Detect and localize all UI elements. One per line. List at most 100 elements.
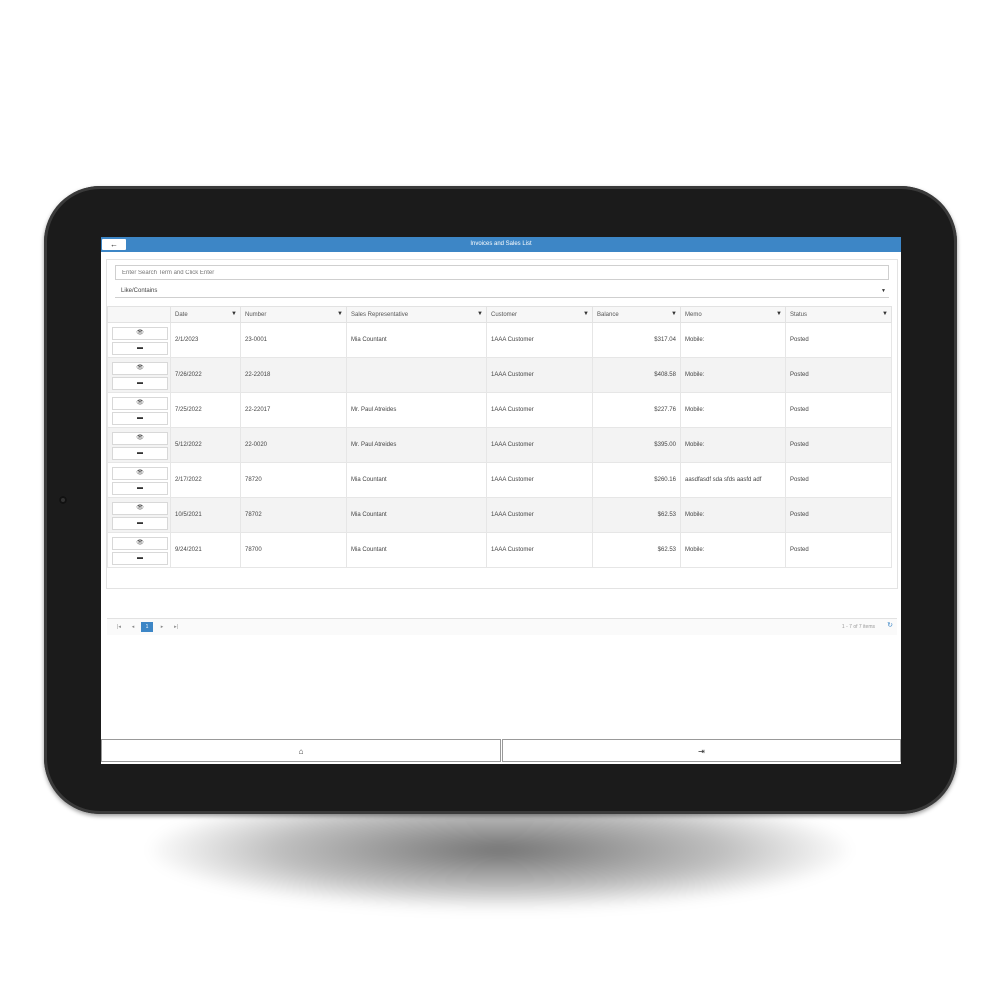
caret-down-icon: ▼ [881,288,886,294]
cell-balance: $227.76 [592,392,681,428]
filter-icon[interactable]: ▼ [337,311,343,317]
edit-button[interactable]: ▬ [112,447,168,460]
cell-status: Posted [785,392,892,428]
cell-sales-rep: Mia Countant [346,497,487,533]
eye-icon: 👁 [136,400,144,406]
row-actions: 👁 ▬ [107,497,171,533]
cell-balance: $62.53 [592,532,681,568]
cell-customer: 1AAA Customer [486,392,593,428]
edit-icon: ▬ [137,485,143,491]
cell-date: 9/24/2021 [170,532,241,568]
cell-number: 23-0001 [240,322,347,358]
eye-icon: 👁 [136,470,144,476]
cell-date: 5/12/2022 [170,427,241,463]
filter-icon[interactable]: ▼ [231,311,237,317]
invoice-grid: Date ▼ Number ▼ Sales Representative ▼ Cust… [107,306,897,635]
column-header-date[interactable]: Date ▼ [170,306,241,323]
column-header-status[interactable]: Status ▼ [785,306,892,323]
cell-status: Posted [785,322,892,358]
edit-button[interactable]: ▬ [112,552,168,565]
cell-number: 78720 [240,462,347,498]
cell-balance: $395.00 [592,427,681,463]
table-row[interactable]: 👁 ▬ 2/17/2022 78720 Mia Countant 1AAA Cus… [107,462,892,498]
view-button[interactable]: 👁 [112,362,168,375]
row-actions: 👁 ▬ [107,357,171,393]
filter-icon[interactable]: ▼ [671,311,677,317]
cell-balance: $260.16 [592,462,681,498]
cell-balance: $62.53 [592,497,681,533]
edit-icon: ▬ [137,520,143,526]
cell-sales-rep [346,357,487,393]
column-header-sales-rep[interactable]: Sales Representative ▼ [346,306,487,323]
view-button[interactable]: 👁 [112,537,168,550]
column-header-customer[interactable]: Customer ▼ [486,306,593,323]
search-input[interactable] [115,265,889,280]
prev-page-button[interactable]: ◂ [127,622,139,632]
refresh-icon[interactable]: ↻ [887,621,893,629]
view-button[interactable]: 👁 [112,397,168,410]
filter-icon[interactable]: ▼ [477,311,483,317]
row-actions: 👁 ▬ [107,392,171,428]
cell-memo: Mobile: [680,392,786,428]
cell-balance: $408.58 [592,357,681,393]
back-button[interactable]: ← [102,239,126,250]
edit-button[interactable]: ▬ [112,412,168,425]
view-button[interactable]: 👁 [112,467,168,480]
filter-icon[interactable]: ▼ [882,311,888,317]
title-bar: Invoices and Sales List ← [101,237,901,252]
row-actions: 👁 ▬ [107,427,171,463]
cell-sales-rep: Mia Countant [346,462,487,498]
column-header-number[interactable]: Number ▼ [240,306,347,323]
cell-memo: Mobile: [680,532,786,568]
edit-icon: ▬ [137,415,143,421]
column-header-memo[interactable]: Memo ▼ [680,306,786,323]
table-row[interactable]: 👁 ▬ 10/5/2021 78702 Mia Countant 1AAA Cus… [107,497,892,533]
cell-status: Posted [785,427,892,463]
pagination-bar: |◂ ◂ 1 ▸ ▸| 1 - 7 of 7 items ↻ [107,618,897,635]
column-header-balance[interactable]: Balance ▼ [592,306,681,323]
invoice-table: Date ▼ Number ▼ Sales Representative ▼ Cust… [107,306,892,568]
filter-icon[interactable]: ▼ [583,311,589,317]
pager-info: 1 - 7 of 7 items [841,624,875,630]
edit-button[interactable]: ▬ [112,342,168,355]
view-button[interactable]: 👁 [112,502,168,515]
page-title: Invoices and Sales List [470,241,532,247]
edit-button[interactable]: ▬ [112,377,168,390]
footer-bar: ⌂ ⇥ [101,739,901,764]
edit-icon: ▬ [137,555,143,561]
camera-lens [59,496,67,504]
edit-icon: ▬ [137,345,143,351]
cell-number: 22-0020 [240,427,347,463]
edit-button[interactable]: ▬ [112,517,168,530]
edit-icon: ▬ [137,380,143,386]
row-actions: 👁 ▬ [107,322,171,358]
edit-button[interactable]: ▬ [112,482,168,495]
cell-date: 7/25/2022 [170,392,241,428]
cell-status: Posted [785,357,892,393]
cell-number: 22-22017 [240,392,347,428]
table-row[interactable]: 👁 ▬ 9/24/2021 78700 Mia Countant 1AAA Cus… [107,532,892,568]
home-button[interactable]: ⌂ [101,739,501,762]
page-1-button[interactable]: 1 [141,622,153,632]
cell-number: 78702 [240,497,347,533]
back-arrow-icon: ← [110,240,118,249]
cell-customer: 1AAA Customer [486,357,593,393]
cell-date: 10/5/2021 [170,497,241,533]
table-row[interactable]: 👁 ▬ 7/26/2022 22-22018 1AAA Customer $408… [107,357,892,393]
last-page-button[interactable]: ▸| [170,622,182,632]
filter-icon[interactable]: ▼ [776,311,782,317]
table-header-row: Date ▼ Number ▼ Sales Representative ▼ Cust… [107,306,892,323]
logout-button[interactable]: ⇥ [502,739,901,762]
first-page-button[interactable]: |◂ [113,622,125,632]
cell-status: Posted [785,462,892,498]
cell-sales-rep: Mia Countant [346,322,487,358]
cell-memo: Mobile: [680,497,786,533]
view-button[interactable]: 👁 [112,432,168,445]
view-button[interactable]: 👁 [112,327,168,340]
table-row[interactable]: 👁 ▬ 7/25/2022 22-22017 Mr. Paul Atreides … [107,392,892,428]
table-row[interactable]: 👁 ▬ 5/12/2022 22-0020 Mr. Paul Atreides 1… [107,427,892,463]
cell-customer: 1AAA Customer [486,532,593,568]
search-mode-select[interactable]: Like/Contains ▼ [115,284,889,298]
next-page-button[interactable]: ▸ [156,622,168,632]
table-row[interactable]: 👁 ▬ 2/1/2023 23-0001 Mia Countant 1AAA Cu… [107,322,892,358]
